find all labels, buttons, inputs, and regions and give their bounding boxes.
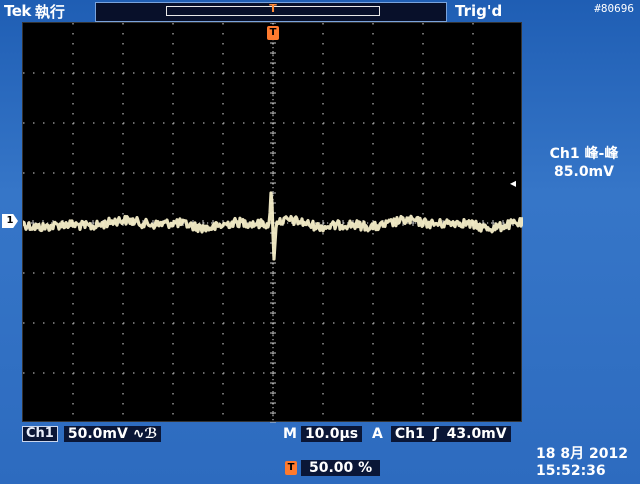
waveform-trace bbox=[23, 191, 523, 261]
channel-settings[interactable]: Ch1 50.0mV ∿ℬ bbox=[22, 426, 162, 442]
trigger-settings[interactable]: A Ch1 ʃ 43.0mV bbox=[372, 426, 511, 442]
graticule bbox=[23, 23, 523, 423]
run-status: 執行 bbox=[34, 2, 65, 21]
horizontal-scale[interactable]: M 10.0µs bbox=[283, 426, 363, 442]
brand-area: Tek 執行 bbox=[4, 1, 65, 21]
trigger-source: Ch1 bbox=[394, 426, 425, 442]
channel-name: Ch1 bbox=[22, 426, 58, 442]
image-label: #80696 bbox=[594, 2, 634, 15]
record-trigger-marker: T bbox=[269, 2, 277, 15]
date-readout: 18 8月 2012 bbox=[536, 446, 628, 462]
time-readout: 15:52:36 bbox=[536, 463, 606, 479]
trigger-state: Trig'd bbox=[455, 2, 503, 20]
horizontal-position-value: 50.00 % bbox=[301, 460, 381, 476]
brand-logo: Tek bbox=[4, 2, 31, 20]
horizontal-position[interactable]: T 50.00 % bbox=[285, 460, 381, 476]
date-time-readout: 18 8月 2012 15:52:36 bbox=[536, 446, 628, 480]
channel-scale-group: 50.0mV ∿ℬ bbox=[63, 426, 162, 442]
record-view-bar: T bbox=[95, 2, 447, 22]
bandwidth-icon: ∿ℬ bbox=[132, 426, 158, 442]
top-status-bar: Tek 執行 T Trig'd #80696 bbox=[0, 0, 640, 22]
trigger-values: Ch1 ʃ 43.0mV bbox=[390, 426, 511, 442]
trigger-position-marker[interactable]: T bbox=[267, 26, 279, 40]
measurement-title: Ch1 峰-峰 bbox=[549, 146, 619, 162]
trigger-slope-icon: ʃ bbox=[432, 426, 439, 442]
horizontal-prefix: M bbox=[283, 426, 297, 442]
measurement-value: 85.0mV bbox=[554, 164, 614, 180]
horizontal-scale-value: 10.0µs bbox=[300, 426, 363, 442]
trigger-prefix: A bbox=[372, 426, 383, 442]
trigger-level-arrow-icon[interactable]: ◂ bbox=[510, 176, 516, 190]
trigger-position-icon: T bbox=[285, 461, 297, 475]
bottom-readout-bar: Ch1 50.0mV ∿ℬ M 10.0µs A Ch1 ʃ 43.0mV T … bbox=[0, 422, 640, 484]
measurement-readout: Ch1 峰-峰 85.0mV bbox=[528, 145, 640, 181]
channel1-ground-marker[interactable]: 1 bbox=[2, 214, 18, 228]
channel-scale: 50.0mV bbox=[67, 426, 128, 442]
waveform-display bbox=[22, 22, 523, 423]
trigger-level: 43.0mV bbox=[446, 426, 507, 442]
oscilloscope-screen: Tek 執行 T Trig'd #80696 T 1 ◂ Ch1 峰-峰 85.… bbox=[0, 0, 640, 484]
